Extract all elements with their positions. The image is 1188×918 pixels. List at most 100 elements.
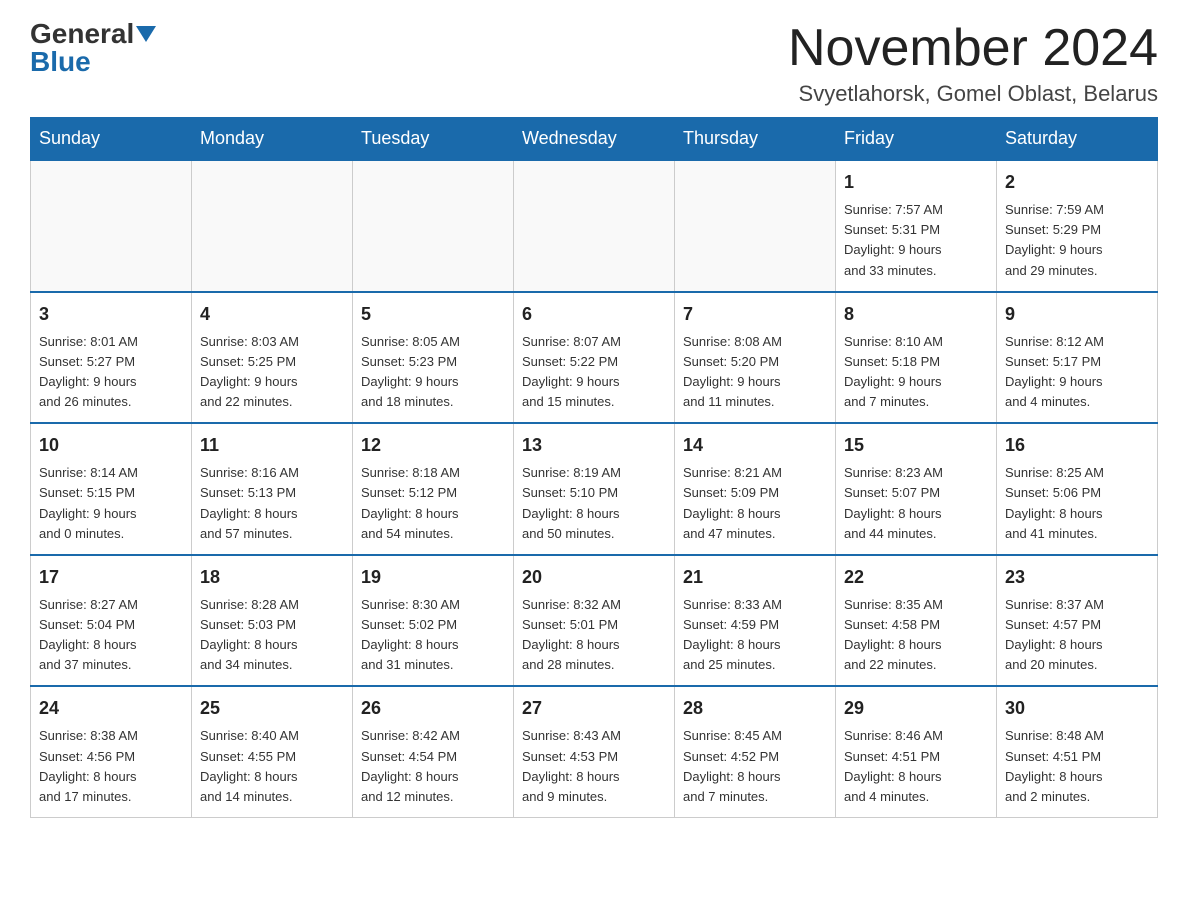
header-day-monday: Monday [192,118,353,161]
logo-general: General [30,20,134,48]
header-day-wednesday: Wednesday [514,118,675,161]
day-number: 14 [683,432,827,459]
calendar-cell [192,160,353,292]
calendar-table: SundayMondayTuesdayWednesdayThursdayFrid… [30,117,1158,818]
header-day-tuesday: Tuesday [353,118,514,161]
day-number: 18 [200,564,344,591]
page-header: General Blue November 2024 Svyetlahorsk,… [30,20,1158,107]
day-info: Sunrise: 8:18 AM Sunset: 5:12 PM Dayligh… [361,463,505,544]
day-info: Sunrise: 8:10 AM Sunset: 5:18 PM Dayligh… [844,332,988,413]
day-info: Sunrise: 8:40 AM Sunset: 4:55 PM Dayligh… [200,726,344,807]
day-number: 12 [361,432,505,459]
day-number: 25 [200,695,344,722]
calendar-cell: 19 Sunrise: 8:30 AM Sunset: 5:02 PM Dayli… [353,555,514,687]
day-number: 9 [1005,301,1149,328]
day-number: 8 [844,301,988,328]
day-info: Sunrise: 8:16 AM Sunset: 5:13 PM Dayligh… [200,463,344,544]
week-row-1: 1 Sunrise: 7:57 AM Sunset: 5:31 PM Daylig… [31,160,1158,292]
calendar-cell: 27 Sunrise: 8:43 AM Sunset: 4:53 PM Dayli… [514,686,675,817]
calendar-cell: 14 Sunrise: 8:21 AM Sunset: 5:09 PM Dayli… [675,423,836,555]
day-info: Sunrise: 8:45 AM Sunset: 4:52 PM Dayligh… [683,726,827,807]
day-info: Sunrise: 8:32 AM Sunset: 5:01 PM Dayligh… [522,595,666,676]
calendar-cell: 26 Sunrise: 8:42 AM Sunset: 4:54 PM Dayli… [353,686,514,817]
calendar-cell: 11 Sunrise: 8:16 AM Sunset: 5:13 PM Dayli… [192,423,353,555]
header-day-saturday: Saturday [997,118,1158,161]
calendar-cell: 20Sunrise: 8:32 AM Sunset: 5:01 PM Dayli… [514,555,675,687]
day-number: 5 [361,301,505,328]
day-number: 4 [200,301,344,328]
logo-blue: Blue [30,46,91,77]
day-info: Sunrise: 8:01 AM Sunset: 5:27 PM Dayligh… [39,332,183,413]
header-day-friday: Friday [836,118,997,161]
day-info: Sunrise: 8:33 AM Sunset: 4:59 PM Dayligh… [683,595,827,676]
day-info: Sunrise: 8:07 AM Sunset: 5:22 PM Dayligh… [522,332,666,413]
calendar-cell: 15 Sunrise: 8:23 AM Sunset: 5:07 PM Dayli… [836,423,997,555]
calendar-cell [353,160,514,292]
day-info: Sunrise: 8:21 AM Sunset: 5:09 PM Dayligh… [683,463,827,544]
calendar-cell: 6 Sunrise: 8:07 AM Sunset: 5:22 PM Daylig… [514,292,675,424]
logo: General Blue [30,20,156,76]
calendar-subtitle: Svyetlahorsk, Gomel Oblast, Belarus [788,81,1158,107]
calendar-cell: 5 Sunrise: 8:05 AM Sunset: 5:23 PM Daylig… [353,292,514,424]
calendar-cell: 10Sunrise: 8:14 AM Sunset: 5:15 PM Dayli… [31,423,192,555]
day-number: 16 [1005,432,1149,459]
header-day-sunday: Sunday [31,118,192,161]
day-info: Sunrise: 8:23 AM Sunset: 5:07 PM Dayligh… [844,463,988,544]
day-number: 24 [39,695,183,722]
day-info: Sunrise: 8:48 AM Sunset: 4:51 PM Dayligh… [1005,726,1149,807]
calendar-cell: 23 Sunrise: 8:37 AM Sunset: 4:57 PM Dayli… [997,555,1158,687]
day-info: Sunrise: 8:42 AM Sunset: 4:54 PM Dayligh… [361,726,505,807]
calendar-cell [675,160,836,292]
day-number: 1 [844,169,988,196]
day-info: Sunrise: 8:27 AM Sunset: 5:04 PM Dayligh… [39,595,183,676]
calendar-cell: 3 Sunrise: 8:01 AM Sunset: 5:27 PM Daylig… [31,292,192,424]
day-number: 11 [200,432,344,459]
day-info: Sunrise: 7:57 AM Sunset: 5:31 PM Dayligh… [844,200,988,281]
day-info: Sunrise: 8:25 AM Sunset: 5:06 PM Dayligh… [1005,463,1149,544]
calendar-cell: 24 Sunrise: 8:38 AM Sunset: 4:56 PM Dayli… [31,686,192,817]
day-number: 10 [39,432,183,459]
calendar-cell: 7 Sunrise: 8:08 AM Sunset: 5:20 PM Daylig… [675,292,836,424]
day-info: Sunrise: 8:30 AM Sunset: 5:02 PM Dayligh… [361,595,505,676]
day-info: Sunrise: 8:46 AM Sunset: 4:51 PM Dayligh… [844,726,988,807]
day-info: Sunrise: 8:38 AM Sunset: 4:56 PM Dayligh… [39,726,183,807]
calendar-cell: 29Sunrise: 8:46 AM Sunset: 4:51 PM Dayli… [836,686,997,817]
day-number: 22 [844,564,988,591]
calendar-cell: 25 Sunrise: 8:40 AM Sunset: 4:55 PM Dayli… [192,686,353,817]
calendar-cell [31,160,192,292]
day-info: Sunrise: 8:19 AM Sunset: 5:10 PM Dayligh… [522,463,666,544]
day-info: Sunrise: 8:37 AM Sunset: 4:57 PM Dayligh… [1005,595,1149,676]
calendar-cell: 21Sunrise: 8:33 AM Sunset: 4:59 PM Dayli… [675,555,836,687]
header-row: SundayMondayTuesdayWednesdayThursdayFrid… [31,118,1158,161]
day-number: 28 [683,695,827,722]
title-area: November 2024 Svyetlahorsk, Gomel Oblast… [788,20,1158,107]
day-number: 13 [522,432,666,459]
week-row-3: 10Sunrise: 8:14 AM Sunset: 5:15 PM Dayli… [31,423,1158,555]
calendar-cell: 4 Sunrise: 8:03 AM Sunset: 5:25 PM Daylig… [192,292,353,424]
week-row-5: 24 Sunrise: 8:38 AM Sunset: 4:56 PM Dayli… [31,686,1158,817]
day-info: Sunrise: 8:08 AM Sunset: 5:20 PM Dayligh… [683,332,827,413]
day-number: 19 [361,564,505,591]
week-row-4: 17Sunrise: 8:27 AM Sunset: 5:04 PM Dayli… [31,555,1158,687]
day-info: Sunrise: 8:03 AM Sunset: 5:25 PM Dayligh… [200,332,344,413]
day-number: 30 [1005,695,1149,722]
day-number: 7 [683,301,827,328]
calendar-cell: 1 Sunrise: 7:57 AM Sunset: 5:31 PM Daylig… [836,160,997,292]
day-info: Sunrise: 8:12 AM Sunset: 5:17 PM Dayligh… [1005,332,1149,413]
day-info: Sunrise: 7:59 AM Sunset: 5:29 PM Dayligh… [1005,200,1149,281]
calendar-cell: 22Sunrise: 8:35 AM Sunset: 4:58 PM Dayli… [836,555,997,687]
calendar-cell: 8 Sunrise: 8:10 AM Sunset: 5:18 PM Daylig… [836,292,997,424]
day-number: 26 [361,695,505,722]
day-info: Sunrise: 8:05 AM Sunset: 5:23 PM Dayligh… [361,332,505,413]
calendar-cell: 17Sunrise: 8:27 AM Sunset: 5:04 PM Dayli… [31,555,192,687]
day-number: 15 [844,432,988,459]
day-info: Sunrise: 8:43 AM Sunset: 4:53 PM Dayligh… [522,726,666,807]
day-number: 23 [1005,564,1149,591]
calendar-cell: 30 Sunrise: 8:48 AM Sunset: 4:51 PM Dayli… [997,686,1158,817]
day-number: 27 [522,695,666,722]
calendar-cell: 18Sunrise: 8:28 AM Sunset: 5:03 PM Dayli… [192,555,353,687]
calendar-cell: 28 Sunrise: 8:45 AM Sunset: 4:52 PM Dayli… [675,686,836,817]
calendar-cell: 16 Sunrise: 8:25 AM Sunset: 5:06 PM Dayli… [997,423,1158,555]
day-number: 3 [39,301,183,328]
day-number: 6 [522,301,666,328]
